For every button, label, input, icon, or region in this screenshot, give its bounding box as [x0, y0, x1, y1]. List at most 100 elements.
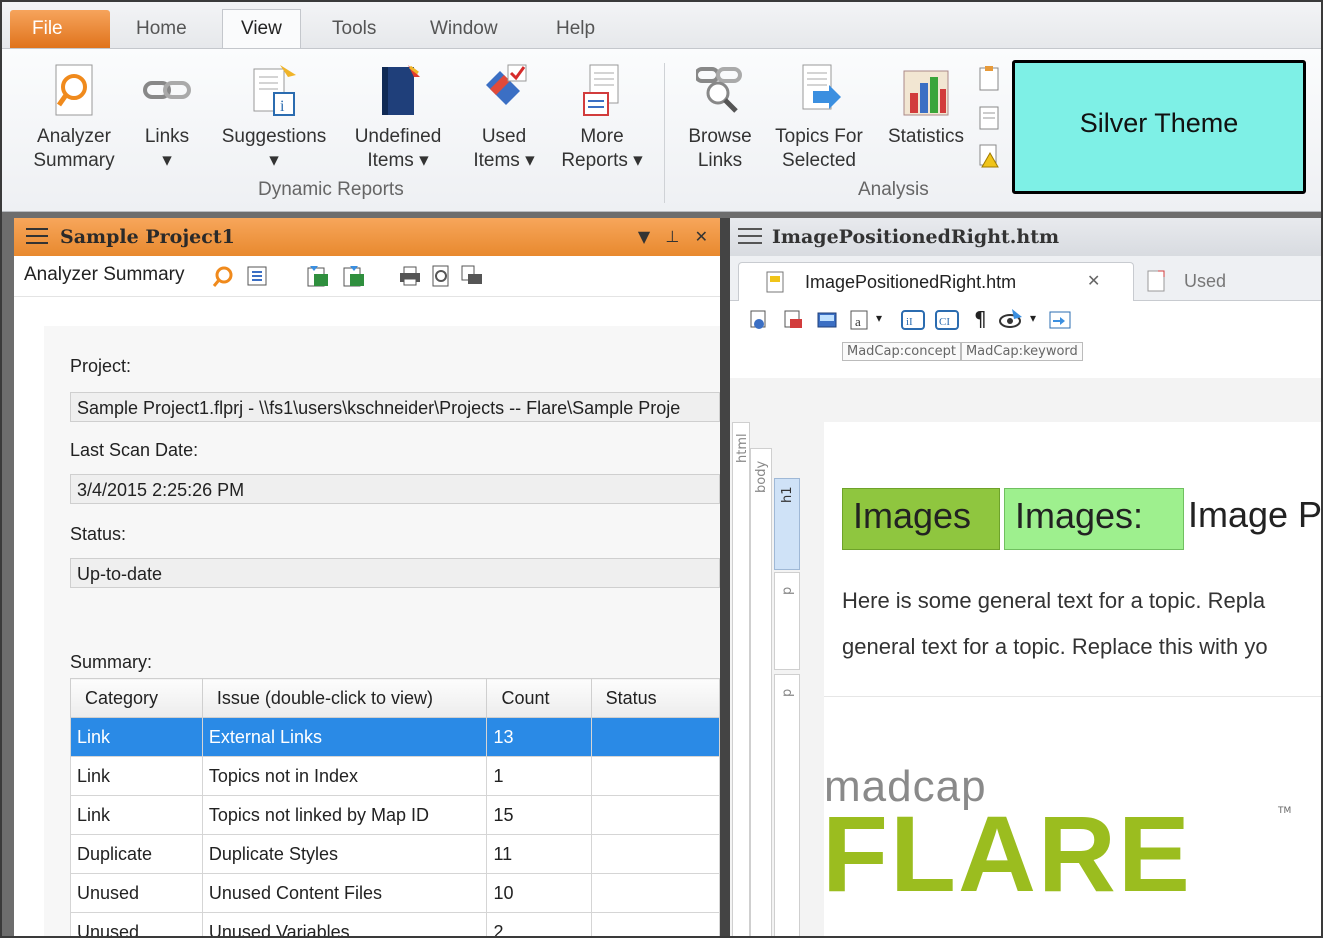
- cell-count: 1: [486, 756, 592, 796]
- dropdown-arrow-icon[interactable]: ▼: [638, 227, 650, 246]
- scan-date-field[interactable]: 3/4/2015 2:25:26 PM: [70, 474, 720, 504]
- cell-status: [590, 834, 721, 874]
- table-row[interactable]: Link External Links 13: [70, 717, 721, 757]
- clipboard-icon[interactable]: [978, 65, 1000, 95]
- table-row[interactable]: Duplicate Duplicate Styles 11: [70, 834, 721, 874]
- export-excel-icon[interactable]: [306, 264, 330, 292]
- html-tag-label: html: [735, 433, 750, 463]
- tab-file[interactable]: File: [10, 10, 110, 48]
- eye-preview-icon[interactable]: [998, 307, 1024, 335]
- used-items-button[interactable]: Used Items ▾: [462, 63, 546, 173]
- analyzer-summary-button[interactable]: Analyzer Summary: [24, 63, 124, 173]
- page-setup-icon[interactable]: [460, 264, 484, 292]
- h1-structure-bar[interactable]: h1: [774, 478, 800, 570]
- suggestions-button[interactable]: i Suggestions ▾: [212, 63, 336, 173]
- browse-links-button[interactable]: Browse Links: [682, 63, 758, 173]
- h1-tag-label: h1: [780, 486, 795, 503]
- cell-issue: Duplicate Styles: [201, 834, 488, 874]
- image-icon[interactable]: [816, 309, 838, 335]
- summary-table: Category Issue (double-click to view) Co…: [70, 678, 721, 936]
- html-structure-bar[interactable]: html: [732, 422, 750, 936]
- cell-status: [590, 795, 721, 835]
- links-button[interactable]: Links ▾: [134, 63, 200, 173]
- document-content[interactable]: Images Images: positio Image P Here is s…: [822, 422, 1321, 936]
- pilcrow-icon[interactable]: ¶: [974, 307, 987, 331]
- hamburger-menu-icon[interactable]: [26, 228, 48, 246]
- print-preview-icon[interactable]: [430, 264, 452, 292]
- text-format-dropdown-icon[interactable]: ▾: [876, 311, 882, 325]
- heading-text[interactable]: Image P: [1184, 488, 1321, 550]
- text-format-icon[interactable]: a: [848, 309, 870, 335]
- show-tags-icon[interactable]: [748, 309, 770, 335]
- browse-links-icon: [694, 63, 744, 119]
- tab-help[interactable]: Help: [538, 10, 613, 48]
- project-label: Project:: [70, 356, 132, 376]
- tab-close-icon[interactable]: ✕: [1087, 263, 1100, 301]
- insert-index-icon[interactable]: iI: [900, 309, 926, 335]
- p-structure-bar-2[interactable]: p: [774, 674, 800, 936]
- analyzer-summary-label-2: Summary: [33, 150, 115, 171]
- table-row[interactable]: Unused Unused Variables 2: [70, 912, 721, 936]
- pane-splitter[interactable]: [720, 218, 730, 936]
- close-icon[interactable]: ✕: [695, 227, 708, 246]
- body-structure-bar[interactable]: body: [750, 448, 772, 936]
- topics-for-selected-button[interactable]: Topics For Selected: [766, 63, 872, 173]
- insert-concept-icon[interactable]: CI: [934, 309, 960, 335]
- tab-window[interactable]: Window: [412, 10, 516, 48]
- hamburger-menu-icon[interactable]: [738, 228, 762, 246]
- group-label-dynamic-reports: Dynamic Reports: [258, 179, 404, 200]
- analyzer-magnifier-icon[interactable]: [212, 265, 234, 291]
- span-images-heading[interactable]: Images: [842, 488, 1000, 550]
- editor-toolbar: a ▾ iI CI ¶ ▾: [730, 301, 1321, 339]
- cell-count: 10: [486, 873, 592, 913]
- table-row[interactable]: Link Topics not in Index 1: [70, 756, 721, 796]
- tab-view[interactable]: View: [222, 9, 301, 48]
- undefined-items-button[interactable]: Undefined Items ▾: [344, 63, 452, 173]
- flare-logo-image[interactable]: madcap FLARE TM: [822, 722, 1321, 936]
- concept-tag[interactable]: MadCap:concept: [842, 342, 961, 361]
- more-reports-button[interactable]: More Reports ▾: [554, 63, 650, 173]
- preview-dropdown-icon[interactable]: ▾: [1030, 311, 1036, 325]
- tab-tools[interactable]: Tools: [314, 10, 394, 48]
- condition-tag-bar: MadCap:concept MadCap:keyword: [842, 342, 1083, 361]
- span-images-positioned-heading[interactable]: Images: positio: [1004, 488, 1184, 550]
- tab-home[interactable]: Home: [118, 10, 205, 48]
- cell-category: Link: [70, 795, 203, 835]
- statistics-button[interactable]: Statistics: [880, 63, 972, 149]
- tab-imagepositionedright[interactable]: ImagePositionedRight.htm ✕: [738, 262, 1134, 301]
- analyzer-summary-label-1: Analyzer: [37, 126, 111, 147]
- print-icon[interactable]: [398, 265, 422, 291]
- cell-issue: Topics not in Index: [201, 756, 488, 796]
- warning-document-icon[interactable]: [978, 143, 1000, 173]
- insert-toggler-icon[interactable]: [1048, 309, 1072, 335]
- col-issue[interactable]: Issue (double-click to view): [201, 678, 488, 718]
- app-window: File Home View Tools Window Help Analyze…: [0, 0, 1323, 938]
- toolbar-title: Analyzer Summary: [24, 264, 185, 285]
- document-icon[interactable]: [978, 105, 1000, 135]
- show-changes-icon[interactable]: [782, 309, 804, 335]
- col-status[interactable]: Status: [590, 678, 721, 718]
- status-field[interactable]: Up-to-date: [70, 558, 720, 588]
- list-icon[interactable]: [246, 265, 268, 291]
- col-category[interactable]: Category: [70, 678, 203, 718]
- more-label-2: Reports ▾: [561, 150, 643, 171]
- logo-flare-text: FLARE: [822, 793, 1192, 914]
- pane-title: Sample Project1: [60, 226, 235, 248]
- export-excel-all-icon[interactable]: [342, 264, 366, 292]
- paragraph-line-1[interactable]: Here is some general text for a topic. R…: [842, 588, 1265, 614]
- svg-text:i: i: [280, 98, 285, 115]
- keyword-tag[interactable]: MadCap:keyword: [960, 342, 1083, 361]
- p-structure-bar-1[interactable]: p: [774, 572, 800, 670]
- svg-text:iI: iI: [906, 316, 913, 328]
- paragraph-line-2[interactable]: general text for a topic. Replace this w…: [842, 634, 1268, 660]
- pin-icon[interactable]: ⊥: [665, 227, 679, 246]
- pane-header: Sample Project1 ▼ ⊥ ✕: [14, 218, 720, 256]
- body-tag-label: body: [754, 460, 769, 493]
- col-count[interactable]: Count: [486, 678, 592, 718]
- bar-chart-icon: [902, 63, 950, 119]
- table-row[interactable]: Unused Unused Content Files 10: [70, 873, 721, 913]
- svg-text:CI: CI: [939, 316, 950, 328]
- table-row[interactable]: Link Topics not linked by Map ID 15: [70, 795, 721, 835]
- ribbon-separator: [664, 63, 665, 203]
- project-field[interactable]: Sample Project1.flprj - \\fs1\users\ksch…: [70, 392, 720, 422]
